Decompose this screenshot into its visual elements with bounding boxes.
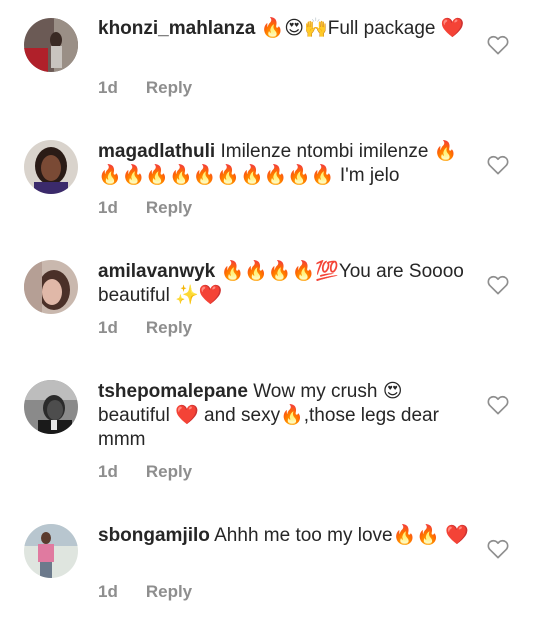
comment-username[interactable]: magadlathuli bbox=[98, 141, 215, 162]
avatar[interactable] bbox=[24, 380, 78, 434]
comment-time[interactable]: 1d bbox=[98, 462, 118, 481]
comment-meta: 1d Reply bbox=[98, 462, 192, 482]
reply-button[interactable]: Reply bbox=[146, 462, 192, 481]
comment-time[interactable]: 1d bbox=[98, 78, 118, 97]
reply-button[interactable]: Reply bbox=[146, 582, 192, 601]
reply-button[interactable]: Reply bbox=[146, 78, 192, 97]
heart-outline-icon[interactable] bbox=[487, 539, 509, 559]
heart-outline-icon[interactable] bbox=[487, 395, 509, 415]
heart-outline-icon[interactable] bbox=[487, 155, 509, 175]
comment-meta: 1d Reply bbox=[98, 78, 192, 98]
comment-username[interactable]: tshepomalepane bbox=[98, 381, 248, 402]
reply-button[interactable]: Reply bbox=[146, 198, 192, 217]
comment-body: magadlathuli Imilenze ntombi imilenze 🔥🔥… bbox=[98, 140, 473, 188]
avatar[interactable] bbox=[24, 18, 78, 72]
heart-outline-icon[interactable] bbox=[487, 275, 509, 295]
comment-text: 🔥😍🙌Full package ❤️ bbox=[255, 18, 465, 39]
avatar[interactable] bbox=[24, 260, 78, 314]
comment-time[interactable]: 1d bbox=[98, 198, 118, 217]
comment-body: tshepomalepane Wow my crush 😍 beautiful … bbox=[98, 380, 473, 452]
comment-time[interactable]: 1d bbox=[98, 582, 118, 601]
reply-button[interactable]: Reply bbox=[146, 318, 192, 337]
comment-username[interactable]: sbongamjilo bbox=[98, 525, 210, 546]
heart-outline-icon[interactable] bbox=[487, 35, 509, 55]
comment-text: Ahhh me too my love🔥🔥 ❤️ bbox=[209, 525, 469, 546]
comment-meta: 1d Reply bbox=[98, 318, 192, 338]
comment-body: khonzi_mahlanza 🔥😍🙌Full package ❤️ bbox=[98, 17, 473, 41]
avatar[interactable] bbox=[24, 140, 78, 194]
comment-body: sbongamjilo Ahhh me too my love🔥🔥 ❤️ bbox=[98, 524, 473, 548]
comment-time[interactable]: 1d bbox=[98, 318, 118, 337]
comment-meta: 1d Reply bbox=[98, 582, 192, 602]
comment-meta: 1d Reply bbox=[98, 198, 192, 218]
avatar[interactable] bbox=[24, 524, 78, 578]
comment-username[interactable]: amilavanwyk bbox=[98, 261, 215, 282]
comment-username[interactable]: khonzi_mahlanza bbox=[98, 18, 255, 39]
comment-body: amilavanwyk 🔥🔥🔥🔥💯You are Soooo beautiful… bbox=[98, 260, 473, 308]
